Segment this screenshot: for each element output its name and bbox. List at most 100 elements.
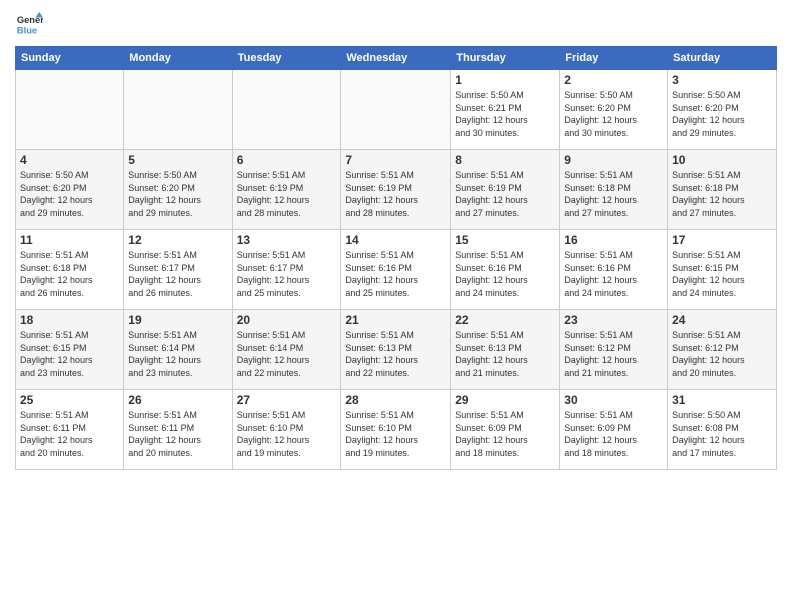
day-info: Sunrise: 5:51 AM Sunset: 6:17 PM Dayligh… — [237, 249, 337, 299]
calendar-cell: 30 Sunrise: 5:51 AM Sunset: 6:09 PM Dayli… — [560, 390, 668, 470]
day-info: Sunrise: 5:50 AM Sunset: 6:08 PM Dayligh… — [672, 409, 772, 459]
calendar-week-row: 11Sunrise: 5:51 AM Sunset: 6:18 PM Dayli… — [16, 230, 777, 310]
calendar-week-row: 18 Sunrise: 5:51 AM Sunset: 6:15 PM Dayli… — [16, 310, 777, 390]
calendar-cell: 5 Sunrise: 5:50 AM Sunset: 6:20 PM Daylig… — [124, 150, 232, 230]
calendar-cell: 14Sunrise: 5:51 AM Sunset: 6:16 PM Dayli… — [341, 230, 451, 310]
calendar-cell: 26 Sunrise: 5:51 AM Sunset: 6:11 PM Dayli… — [124, 390, 232, 470]
calendar-cell: 29 Sunrise: 5:51 AM Sunset: 6:09 PM Dayli… — [451, 390, 560, 470]
day-number: 9 — [564, 153, 663, 167]
calendar-cell: 25 Sunrise: 5:51 AM Sunset: 6:11 PM Dayli… — [16, 390, 124, 470]
day-info: Sunrise: 5:50 AM Sunset: 6:20 PM Dayligh… — [564, 89, 663, 139]
day-number: 8 — [455, 153, 555, 167]
calendar-cell: 2 Sunrise: 5:50 AM Sunset: 6:20 PM Daylig… — [560, 70, 668, 150]
logo: General Blue — [15, 10, 47, 38]
logo-icon: General Blue — [15, 10, 43, 38]
calendar-cell — [341, 70, 451, 150]
calendar-cell: 21Sunrise: 5:51 AM Sunset: 6:13 PM Dayli… — [341, 310, 451, 390]
calendar-cell: 12 Sunrise: 5:51 AM Sunset: 6:17 PM Dayli… — [124, 230, 232, 310]
day-number: 1 — [455, 73, 555, 87]
day-info: Sunrise: 5:51 AM Sunset: 6:16 PM Dayligh… — [564, 249, 663, 299]
day-info: Sunrise: 5:51 AM Sunset: 6:18 PM Dayligh… — [564, 169, 663, 219]
calendar-cell — [124, 70, 232, 150]
day-info: Sunrise: 5:51 AM Sunset: 6:18 PM Dayligh… — [672, 169, 772, 219]
day-info: Sunrise: 5:51 AM Sunset: 6:17 PM Dayligh… — [128, 249, 227, 299]
day-info: Sunrise: 5:51 AM Sunset: 6:09 PM Dayligh… — [455, 409, 555, 459]
calendar-cell: 17Sunrise: 5:51 AM Sunset: 6:15 PM Dayli… — [668, 230, 777, 310]
calendar-cell: 6 Sunrise: 5:51 AM Sunset: 6:19 PM Daylig… — [232, 150, 341, 230]
day-number: 30 — [564, 393, 663, 407]
calendar-cell: 11Sunrise: 5:51 AM Sunset: 6:18 PM Dayli… — [16, 230, 124, 310]
day-info: Sunrise: 5:50 AM Sunset: 6:20 PM Dayligh… — [128, 169, 227, 219]
day-info: Sunrise: 5:51 AM Sunset: 6:15 PM Dayligh… — [20, 329, 119, 379]
day-info: Sunrise: 5:50 AM Sunset: 6:20 PM Dayligh… — [20, 169, 119, 219]
calendar-cell: 4 Sunrise: 5:50 AM Sunset: 6:20 PM Daylig… — [16, 150, 124, 230]
calendar-cell: 10 Sunrise: 5:51 AM Sunset: 6:18 PM Dayli… — [668, 150, 777, 230]
day-number: 17 — [672, 233, 772, 247]
day-info: Sunrise: 5:51 AM Sunset: 6:19 PM Dayligh… — [237, 169, 337, 219]
calendar-cell — [232, 70, 341, 150]
calendar-cell: 16 Sunrise: 5:51 AM Sunset: 6:16 PM Dayli… — [560, 230, 668, 310]
calendar-cell: 22 Sunrise: 5:51 AM Sunset: 6:13 PM Dayli… — [451, 310, 560, 390]
calendar-cell: 20Sunrise: 5:51 AM Sunset: 6:14 PM Dayli… — [232, 310, 341, 390]
day-number: 19 — [128, 313, 227, 327]
day-info: Sunrise: 5:51 AM Sunset: 6:09 PM Dayligh… — [564, 409, 663, 459]
calendar-cell: 9 Sunrise: 5:51 AM Sunset: 6:18 PM Daylig… — [560, 150, 668, 230]
weekday-header-saturday: Saturday — [668, 47, 777, 70]
calendar-cell: 24Sunrise: 5:51 AM Sunset: 6:12 PM Dayli… — [668, 310, 777, 390]
day-number: 2 — [564, 73, 663, 87]
day-info: Sunrise: 5:51 AM Sunset: 6:12 PM Dayligh… — [672, 329, 772, 379]
calendar-cell: 28Sunrise: 5:51 AM Sunset: 6:10 PM Dayli… — [341, 390, 451, 470]
day-info: Sunrise: 5:51 AM Sunset: 6:16 PM Dayligh… — [345, 249, 446, 299]
calendar-cell: 23Sunrise: 5:51 AM Sunset: 6:12 PM Dayli… — [560, 310, 668, 390]
day-info: Sunrise: 5:51 AM Sunset: 6:10 PM Dayligh… — [345, 409, 446, 459]
day-info: Sunrise: 5:51 AM Sunset: 6:14 PM Dayligh… — [237, 329, 337, 379]
weekday-header-wednesday: Wednesday — [341, 47, 451, 70]
calendar-table: SundayMondayTuesdayWednesdayThursdayFrid… — [15, 46, 777, 470]
day-number: 21 — [345, 313, 446, 327]
calendar-cell: 19 Sunrise: 5:51 AM Sunset: 6:14 PM Dayli… — [124, 310, 232, 390]
day-info: Sunrise: 5:51 AM Sunset: 6:12 PM Dayligh… — [564, 329, 663, 379]
weekday-header-thursday: Thursday — [451, 47, 560, 70]
day-number: 13 — [237, 233, 337, 247]
day-info: Sunrise: 5:51 AM Sunset: 6:11 PM Dayligh… — [128, 409, 227, 459]
calendar-week-row: 1 Sunrise: 5:50 AM Sunset: 6:21 PM Daylig… — [16, 70, 777, 150]
calendar-cell: 27Sunrise: 5:51 AM Sunset: 6:10 PM Dayli… — [232, 390, 341, 470]
day-number: 31 — [672, 393, 772, 407]
day-info: Sunrise: 5:50 AM Sunset: 6:20 PM Dayligh… — [672, 89, 772, 139]
day-number: 12 — [128, 233, 227, 247]
weekday-header-monday: Monday — [124, 47, 232, 70]
calendar-cell: 3 Sunrise: 5:50 AM Sunset: 6:20 PM Daylig… — [668, 70, 777, 150]
weekday-header-sunday: Sunday — [16, 47, 124, 70]
calendar-cell: 13 Sunrise: 5:51 AM Sunset: 6:17 PM Dayli… — [232, 230, 341, 310]
weekday-header-friday: Friday — [560, 47, 668, 70]
day-number: 3 — [672, 73, 772, 87]
day-info: Sunrise: 5:51 AM Sunset: 6:19 PM Dayligh… — [455, 169, 555, 219]
calendar-cell: 31 Sunrise: 5:50 AM Sunset: 6:08 PM Dayli… — [668, 390, 777, 470]
day-number: 5 — [128, 153, 227, 167]
day-number: 18 — [20, 313, 119, 327]
calendar-week-row: 25 Sunrise: 5:51 AM Sunset: 6:11 PM Dayli… — [16, 390, 777, 470]
day-number: 15 — [455, 233, 555, 247]
day-info: Sunrise: 5:51 AM Sunset: 6:18 PM Dayligh… — [20, 249, 119, 299]
calendar-cell: 7Sunrise: 5:51 AM Sunset: 6:19 PM Daylig… — [341, 150, 451, 230]
calendar-cell: 1 Sunrise: 5:50 AM Sunset: 6:21 PM Daylig… — [451, 70, 560, 150]
day-number: 10 — [672, 153, 772, 167]
day-number: 25 — [20, 393, 119, 407]
day-number: 29 — [455, 393, 555, 407]
calendar-cell — [16, 70, 124, 150]
day-info: Sunrise: 5:51 AM Sunset: 6:11 PM Dayligh… — [20, 409, 119, 459]
day-number: 6 — [237, 153, 337, 167]
day-info: Sunrise: 5:51 AM Sunset: 6:10 PM Dayligh… — [237, 409, 337, 459]
day-number: 4 — [20, 153, 119, 167]
day-number: 22 — [455, 313, 555, 327]
calendar-cell: 15Sunrise: 5:51 AM Sunset: 6:16 PM Dayli… — [451, 230, 560, 310]
calendar-week-row: 4 Sunrise: 5:50 AM Sunset: 6:20 PM Daylig… — [16, 150, 777, 230]
day-number: 16 — [564, 233, 663, 247]
weekday-header-row: SundayMondayTuesdayWednesdayThursdayFrid… — [16, 47, 777, 70]
day-info: Sunrise: 5:51 AM Sunset: 6:13 PM Dayligh… — [455, 329, 555, 379]
day-info: Sunrise: 5:51 AM Sunset: 6:14 PM Dayligh… — [128, 329, 227, 379]
day-info: Sunrise: 5:50 AM Sunset: 6:21 PM Dayligh… — [455, 89, 555, 139]
day-number: 26 — [128, 393, 227, 407]
svg-text:Blue: Blue — [17, 25, 37, 35]
weekday-header-tuesday: Tuesday — [232, 47, 341, 70]
